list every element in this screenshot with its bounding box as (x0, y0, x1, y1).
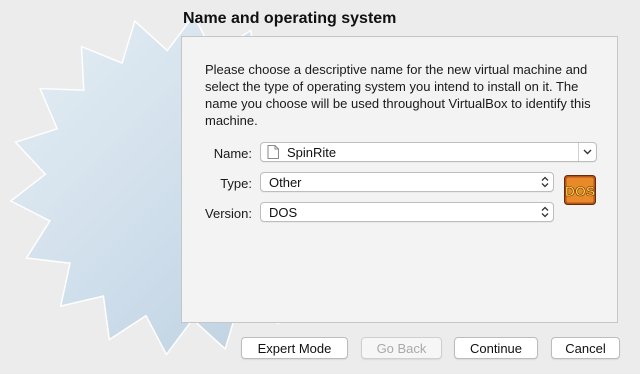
continue-button[interactable]: Continue (454, 337, 538, 359)
dos-os-icon: DOS (564, 175, 596, 205)
version-select[interactable]: DOS (260, 202, 554, 222)
name-field[interactable]: SpinRite (260, 142, 597, 162)
expert-mode-button[interactable]: Expert Mode (241, 337, 348, 359)
dos-icon-text: DOS (565, 183, 595, 199)
type-value: Other (269, 174, 302, 190)
name-label: Name: (213, 146, 252, 161)
cancel-button[interactable]: Cancel (551, 337, 620, 359)
version-label: Version: (205, 206, 252, 221)
type-select[interactable]: Other (260, 172, 554, 192)
document-icon (267, 145, 279, 159)
version-value: DOS (269, 204, 298, 220)
name-dropdown-button[interactable] (578, 143, 596, 161)
chevron-down-icon (583, 149, 592, 155)
type-label: Type: (220, 176, 252, 191)
updown-chevron-icon (537, 173, 553, 191)
name-value: SpinRite (287, 144, 337, 160)
go-back-button[interactable]: Go Back (361, 337, 442, 359)
updown-chevron-icon (537, 203, 553, 221)
description-text: Please choose a descriptive name for the… (205, 62, 591, 128)
page-title: Name and operating system (183, 10, 397, 27)
content-panel: Please choose a descriptive name for the… (181, 36, 618, 323)
